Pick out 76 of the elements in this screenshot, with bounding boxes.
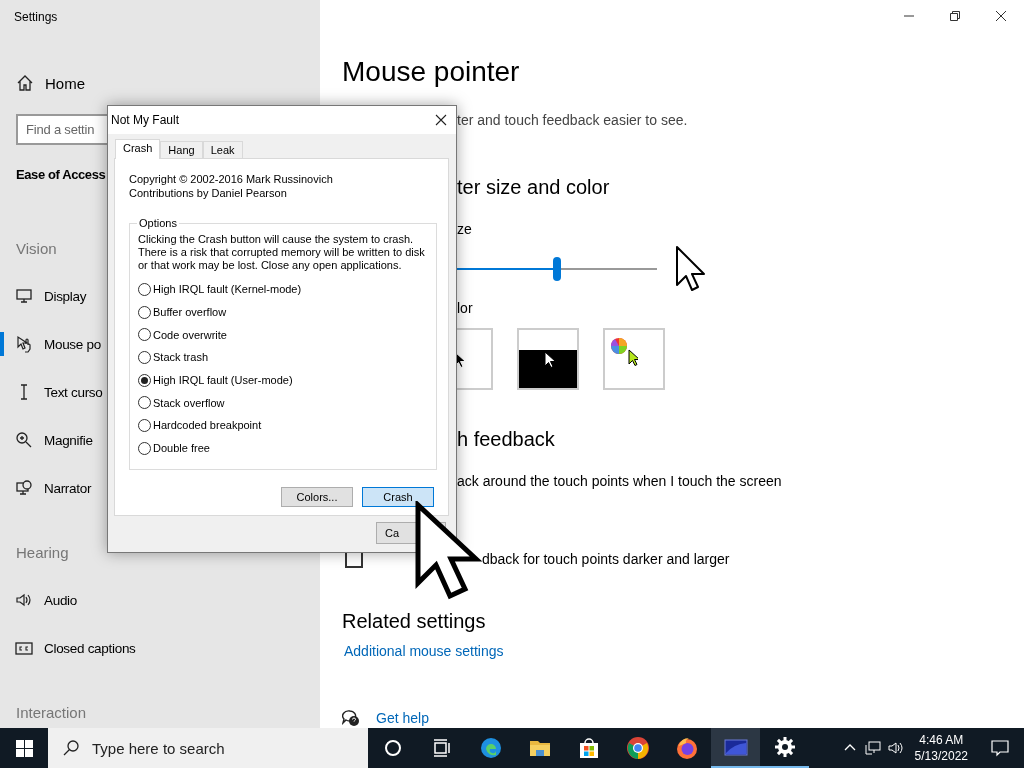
- slider-thumb[interactable]: [553, 257, 562, 281]
- nav-item[interactable]: Narrator: [0, 464, 92, 512]
- settings-icon[interactable]: [772, 735, 797, 759]
- chrome-icon[interactable]: [625, 736, 650, 760]
- radio-option[interactable]: High IRQL fault (Kernel-mode): [138, 278, 302, 301]
- radio-option[interactable]: Double free: [138, 436, 210, 460]
- tab[interactable]: Leak: [202, 141, 243, 158]
- radio-button[interactable]: [138, 373, 151, 387]
- nav-item[interactable]: Display: [0, 272, 87, 320]
- notifications-icon[interactable]: [991, 739, 1009, 757]
- slider-label: ze: [457, 220, 473, 238]
- section-heading: ter size and color: [457, 175, 611, 199]
- nav-item[interactable]: Audio: [0, 576, 78, 624]
- color-label: lor: [457, 299, 474, 317]
- page-title: Mouse pointer: [342, 55, 521, 89]
- restore-icon: [950, 11, 960, 21]
- help-link[interactable]: Get help: [376, 709, 429, 727]
- pointer-color-option[interactable]: [603, 328, 665, 390]
- radio-button[interactable]: [138, 305, 151, 319]
- pointer-color-option[interactable]: [517, 328, 579, 390]
- tab[interactable]: Hang: [160, 141, 203, 158]
- clock-date[interactable]: 5/13/2022: [914, 748, 968, 764]
- nav-item[interactable]: Magnifie: [0, 416, 93, 464]
- nav-item[interactable]: Text curso: [0, 368, 103, 416]
- radio-option[interactable]: Hardcoded breakpoint: [138, 414, 262, 437]
- nav-item[interactable]: Mouse po: [0, 320, 101, 368]
- search-icon: [62, 739, 80, 757]
- dialog-title: Not My Fault: [111, 113, 179, 127]
- window-title: Settings: [13, 9, 58, 26]
- group-heading: Vision: [16, 240, 57, 258]
- radio-button[interactable]: [138, 441, 151, 455]
- radio-button[interactable]: [138, 350, 151, 364]
- option-text: ack around the touch points when I touch the screen: [457, 472, 783, 490]
- radio-option[interactable]: Code overwrite: [138, 323, 227, 347]
- checkbox-label: dback for touch points darker and larger: [482, 550, 730, 568]
- narrator-icon: [15, 479, 33, 497]
- radio-option[interactable]: High IRQL fault (User-mode): [138, 368, 293, 392]
- section-heading: h feedback: [457, 427, 556, 451]
- copyright-text: Copyright © 2002-2016 Mark Russinovich: [129, 172, 333, 186]
- home-icon: [16, 74, 34, 92]
- speaker-icon: [15, 591, 33, 609]
- network-icon[interactable]: [865, 740, 882, 756]
- radio-option[interactable]: Buffer overflow: [138, 300, 227, 324]
- firefox-icon[interactable]: [674, 736, 699, 760]
- credits-text: Contributions by Daniel Pearson: [129, 186, 287, 200]
- pointer-preview-icon: [675, 245, 707, 293]
- radio-button[interactable]: [138, 418, 151, 432]
- clock-time[interactable]: 4:46 AM: [919, 732, 964, 748]
- close-icon: [435, 114, 447, 126]
- warning-text: Clicking the Crash button will cause the system to crash. There is a risk that corrupted memory will be written to disk or that work may be lost. Close any open applications.: [138, 233, 426, 272]
- windows-logo-icon: [15, 739, 33, 757]
- page-description: ter and touch feedback easier to see.: [457, 111, 689, 129]
- dialog-button[interactable]: Crash: [362, 486, 434, 507]
- radio-option[interactable]: Stack overflow: [138, 391, 225, 415]
- tab[interactable]: Crash: [115, 139, 161, 159]
- edge-icon[interactable]: [478, 736, 503, 760]
- section-title: Ease of Access: [16, 167, 106, 182]
- radio-button[interactable]: [138, 396, 151, 410]
- group-heading: Hearing: [16, 544, 69, 562]
- dialog-button[interactable]: Colors...: [281, 486, 353, 507]
- taskbar-search-field[interactable]: Type here to search: [48, 728, 368, 768]
- radio-button[interactable]: [138, 282, 151, 296]
- pointer-hand-icon: [15, 335, 33, 353]
- display-icon: [15, 287, 33, 305]
- magnifier-icon: [15, 431, 33, 449]
- group-label: Options: [138, 217, 178, 229]
- section-heading: Related settings: [342, 609, 487, 633]
- close-icon: [996, 11, 1006, 21]
- radio-button[interactable]: [138, 328, 151, 342]
- volume-icon[interactable]: [888, 740, 905, 756]
- settings-link[interactable]: Additional mouse settings: [344, 642, 504, 660]
- group-heading: Interaction: [16, 704, 87, 722]
- radio-option[interactable]: Stack trash: [138, 346, 209, 369]
- nav-item[interactable]: Closed captions: [0, 624, 136, 672]
- home-link[interactable]: Home: [0, 63, 85, 103]
- captions-icon: [15, 639, 33, 657]
